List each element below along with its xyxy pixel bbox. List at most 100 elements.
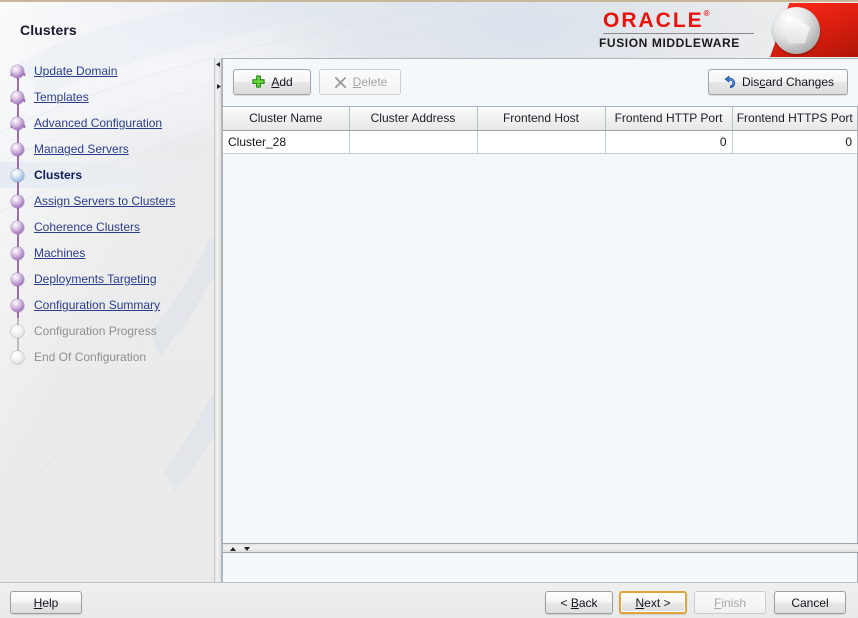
finish-button[interactable]: Finish: [694, 591, 766, 614]
step-node-done-icon: [11, 195, 24, 208]
oracle-wordmark-text: ORACLE: [603, 9, 704, 32]
step-node-done-icon: [11, 247, 24, 260]
undo-icon: [724, 75, 736, 88]
sidebar-step-label[interactable]: Deployments Targeting: [34, 272, 157, 286]
table-toolbar: Add Delete Discard Changes: [222, 58, 858, 106]
sidebar-step-configuration-progress: Configuration Progress: [0, 318, 214, 344]
sidebar-step-clusters[interactable]: Clusters: [0, 162, 214, 188]
next-button[interactable]: Next >: [619, 591, 687, 614]
step-node: [8, 266, 28, 292]
wizard-footer: Help < Back Next > Finish Cancel: [0, 582, 858, 618]
step-node: [8, 344, 28, 370]
step-node-pending-icon: [11, 325, 24, 338]
x-delete-icon: [334, 76, 346, 88]
sidebar-step-coherence-clusters[interactable]: Coherence Clusters: [0, 214, 214, 240]
step-node-done-icon: [11, 273, 24, 286]
cell-frontend-http-port[interactable]: 0: [605, 130, 733, 154]
step-node-done-icon: [11, 117, 24, 130]
discard-mnemonic-char: c: [759, 75, 766, 89]
sidebar-step-label[interactable]: Advanced Configuration: [34, 116, 162, 130]
sidebar-step-label[interactable]: Templates: [34, 90, 89, 104]
clusters-table-container[interactable]: Cluster Name Cluster Address Frontend Host…: [222, 106, 858, 543]
cancel-label: Cancel: [791, 595, 829, 610]
product-name: FUSION MIDDLEWARE: [599, 36, 740, 50]
sidebar-step-label[interactable]: Clusters: [34, 168, 82, 182]
back-mnemonic-char: B: [570, 595, 579, 610]
step-node-done-icon: [11, 91, 24, 104]
wizard-steps-list: Update Domain Templates Advanced Configura…: [0, 58, 214, 370]
step-node: [8, 136, 28, 162]
window-header: Clusters ORACLE® FUSION MIDDLEWARE: [0, 2, 858, 58]
column-header-frontend-https-port[interactable]: Frontend HTTPS Port: [732, 107, 857, 131]
sidebar-step-label[interactable]: Assign Servers to Clusters: [34, 194, 175, 208]
column-header-cluster-address[interactable]: Cluster Address: [349, 107, 478, 131]
step-node: [8, 292, 28, 318]
discard-changes-button[interactable]: Discard Changes: [708, 69, 848, 95]
step-node: [8, 240, 28, 266]
cell-cluster-address[interactable]: [349, 130, 478, 154]
delete-button-label: Delete: [353, 75, 388, 89]
sidebar-step-machines[interactable]: Machines: [0, 240, 214, 266]
next-mnemonic-char: N: [635, 595, 645, 610]
oracle-brand-logo: ORACLE® FUSION MIDDLEWARE: [563, 3, 858, 57]
content-horizontal-splitter[interactable]: [222, 543, 858, 553]
plus-icon: [252, 74, 265, 88]
splitter-right-arrow-icon[interactable]: [216, 84, 221, 89]
table-header-row: Cluster Name Cluster Address Frontend Host…: [223, 107, 857, 131]
splitter-down-arrow-icon[interactable]: [244, 546, 250, 552]
sidebar-step-label: End Of Configuration: [34, 350, 147, 364]
sidebar-step-label[interactable]: Coherence Clusters: [34, 220, 140, 234]
column-header-cluster-name[interactable]: Cluster Name: [223, 107, 350, 131]
step-node-done-icon: [11, 65, 24, 78]
splitter-left-arrow-icon[interactable]: [216, 62, 221, 67]
sidebar-step-label[interactable]: Machines: [34, 246, 85, 260]
step-node: [8, 318, 28, 344]
sidebar-step-update-domain[interactable]: Update Domain: [0, 58, 214, 84]
column-header-frontend-host[interactable]: Frontend Host: [477, 107, 606, 131]
step-node: [8, 58, 28, 84]
sidebar-step-label[interactable]: Update Domain: [34, 64, 117, 78]
column-header-frontend-http-port[interactable]: Frontend HTTP Port: [605, 107, 733, 131]
next-label: Next >: [635, 595, 671, 610]
sidebar-step-label[interactable]: Managed Servers: [34, 142, 129, 156]
delete-button[interactable]: Delete: [319, 69, 401, 95]
cancel-button[interactable]: Cancel: [774, 591, 846, 614]
delete-mnemonic-char: D: [352, 75, 362, 89]
page-title: Clusters: [20, 22, 77, 38]
sidebar-step-templates[interactable]: Templates: [0, 84, 214, 110]
discard-changes-label: Discard Changes: [741, 75, 835, 89]
step-node-pending-icon: [11, 351, 24, 364]
add-button-label: Add: [271, 75, 292, 89]
cell-cluster-name[interactable]: Cluster_28: [223, 130, 350, 154]
registered-mark: ®: [703, 9, 710, 18]
oracle-pentagon-icon: [783, 17, 810, 44]
sidebar-step-assign-servers-to-clusters[interactable]: Assign Servers to Clusters: [0, 188, 214, 214]
sidebar-step-end-of-configuration: End Of Configuration: [0, 344, 214, 370]
splitter-up-arrow-icon[interactable]: [230, 546, 236, 552]
step-node: [8, 84, 28, 110]
brand-divider-rule: [603, 33, 754, 34]
help-button[interactable]: Help: [10, 591, 82, 614]
sidebar-splitter[interactable]: [214, 58, 222, 582]
finish-mnemonic-char: F: [713, 595, 722, 610]
back-button[interactable]: < Back: [545, 591, 613, 614]
cell-frontend-host[interactable]: [477, 130, 606, 154]
step-node: [8, 188, 28, 214]
sidebar-step-deployments-targeting[interactable]: Deployments Targeting: [0, 266, 214, 292]
sidebar-step-label[interactable]: Configuration Summary: [34, 298, 160, 312]
oracle-wordmark: ORACLE®: [603, 9, 710, 33]
step-node-done-icon: [11, 299, 24, 312]
help-label: Help: [34, 596, 59, 610]
step-node: [8, 110, 28, 136]
table-row[interactable]: Cluster_28 0 0: [223, 130, 857, 154]
sidebar-step-label: Configuration Progress: [34, 324, 157, 338]
step-node-done-icon: [11, 221, 24, 234]
clusters-content-panel: Add Delete Discard Changes Cluster Name …: [222, 58, 858, 618]
sidebar-step-managed-servers[interactable]: Managed Servers: [0, 136, 214, 162]
add-button[interactable]: Add: [233, 69, 311, 95]
cell-frontend-https-port[interactable]: 0: [732, 130, 857, 154]
sidebar-step-configuration-summary[interactable]: Configuration Summary: [0, 292, 214, 318]
add-label-rest: dd: [279, 75, 293, 89]
step-node-current-icon: [11, 169, 24, 182]
sidebar-step-advanced-configuration[interactable]: Advanced Configuration: [0, 110, 214, 136]
